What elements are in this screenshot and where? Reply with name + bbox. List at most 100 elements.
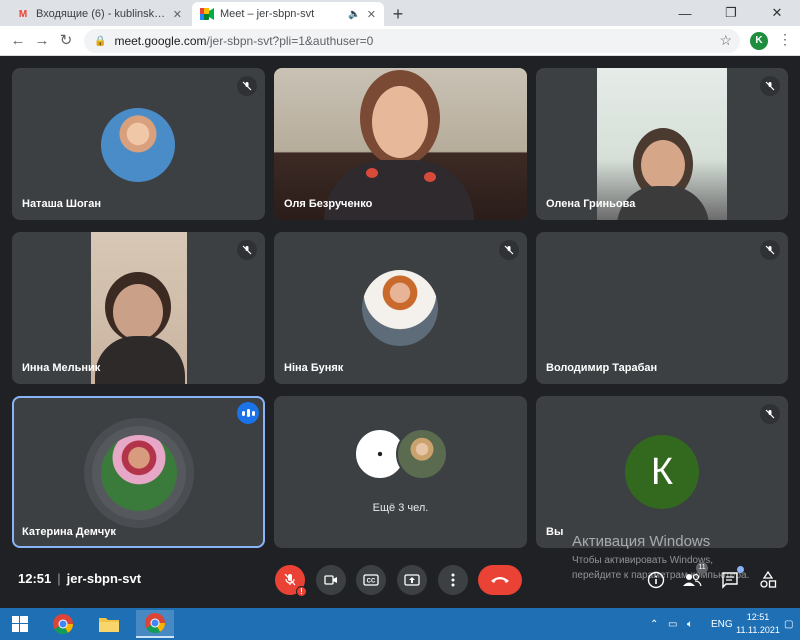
taskbar-chrome[interactable] [44, 610, 82, 638]
warning-icon: ! [296, 586, 307, 597]
camera-icon [324, 575, 337, 585]
participant-video [91, 232, 187, 384]
lock-icon: 🔒 [94, 35, 107, 47]
chat-button[interactable] [718, 566, 744, 592]
chat-icon [722, 572, 738, 589]
folder-icon [99, 618, 119, 632]
info-icon [647, 571, 665, 589]
tab-title: Входящие (6) - kublinska.irina@ [36, 8, 167, 20]
mic-off-icon [760, 76, 780, 96]
browser-menu-icon[interactable]: ⋮ [778, 31, 792, 48]
participant-photo [101, 108, 175, 182]
mic-off-icon [499, 240, 519, 260]
captions-button[interactable]: CC [356, 565, 386, 595]
network-icon[interactable]: ▭ [668, 608, 677, 640]
participant-name: Наташа Шоган [22, 198, 102, 210]
svg-text:CC: CC [367, 579, 376, 585]
browser-tab-strip: M Входящие (6) - kublinska.irina@ ✕ Meet… [0, 0, 800, 26]
activities-button[interactable] [756, 568, 780, 592]
new-tab-button[interactable]: + [388, 4, 408, 24]
minimize-icon[interactable]: — [662, 0, 708, 26]
participant-tile[interactable]: Оля Безрученко [274, 68, 527, 220]
url-path: /jer-sbpn-svt?pli=1&authuser=0 [206, 34, 374, 48]
more-participants-tile[interactable]: Ещё 3 чел. [274, 396, 527, 548]
mic-off-icon [284, 573, 296, 586]
participant-photo [362, 270, 438, 346]
profile-avatar[interactable]: K [750, 32, 768, 50]
close-tab-icon[interactable]: ✕ [173, 8, 182, 21]
participant-tile[interactable]: Олена Гриньова [536, 68, 788, 220]
participant-tile[interactable]: Инна Мельник [12, 232, 265, 384]
self-avatar: К [625, 435, 699, 509]
volume-icon[interactable]: 🔈︎ [687, 608, 693, 640]
shapes-icon [760, 571, 777, 588]
self-tile[interactable]: К Вы [536, 396, 788, 548]
participant-name: Катерина Демчук [22, 526, 116, 538]
participant-name: Володимир Тарабан [546, 362, 658, 374]
forward-icon[interactable]: → [32, 31, 52, 51]
closed-captions-icon: CC [363, 574, 379, 586]
gmail-icon: M [18, 8, 28, 20]
tray-chevron-icon[interactable]: ⌃ [650, 608, 658, 640]
participant-name: Инна Мельник [22, 362, 101, 374]
tab-gmail[interactable]: M Входящие (6) - kublinska.irina@ ✕ [8, 2, 190, 26]
participant-name: Ніна Буняк [284, 362, 344, 374]
present-screen-button[interactable] [397, 565, 427, 595]
close-window-icon[interactable]: ✕ [754, 0, 800, 26]
taskbar-date: 11.11.2021 [736, 625, 780, 635]
mic-off-icon [237, 76, 257, 96]
participant-name: Вы [546, 526, 564, 538]
meet-icon [200, 7, 214, 21]
bookmark-star-icon[interactable]: ☆ [719, 32, 732, 49]
input-language[interactable]: ENG [711, 608, 733, 640]
taskbar-clock[interactable]: 12:51 11.11.2021 [736, 611, 780, 637]
meeting-separator: | [57, 571, 61, 586]
reload-icon[interactable]: ↻ [56, 31, 76, 51]
mic-off-icon [237, 240, 257, 260]
participants-count-badge: 11 [696, 562, 708, 574]
taskbar-file-explorer[interactable] [90, 610, 128, 638]
windows-taskbar: ⌃ ▭ 🔈︎ ENG 12:51 11.11.2021 ▢ [0, 608, 800, 640]
meeting-details-button[interactable] [644, 568, 668, 592]
participant-tile[interactable]: Володимир Тарабан [536, 232, 788, 384]
notifications-icon[interactable]: ▢ [784, 608, 793, 640]
meeting-code: jer-sbpn-svt [66, 571, 142, 586]
chat-notification-dot [737, 566, 744, 573]
participant-photo [101, 435, 177, 511]
chrome-icon [53, 614, 74, 635]
participant-name: Оля Безрученко [284, 198, 373, 210]
speaker-icon[interactable]: 🔈 [348, 9, 360, 20]
back-icon[interactable]: ← [8, 31, 28, 51]
participants-button[interactable]: 11 [680, 562, 708, 592]
more-vert-icon [451, 573, 455, 587]
microphone-toggle-button[interactable]: ! [275, 565, 307, 597]
taskbar-chrome-open[interactable] [136, 610, 174, 638]
camera-toggle-button[interactable] [316, 565, 346, 595]
close-tab-icon[interactable]: ✕ [367, 8, 376, 21]
more-options-button[interactable] [438, 565, 468, 595]
present-icon [404, 574, 420, 586]
speaking-indicator-icon [237, 402, 259, 424]
tab-meet[interactable]: Meet – jer-sbpn-svt 🔈 ✕ [192, 2, 384, 26]
window-controls: — ❐ ✕ [662, 0, 800, 26]
maximize-icon[interactable]: ❐ [708, 0, 754, 26]
taskbar-time: 12:51 [746, 612, 770, 622]
participant-tile[interactable]: Ніна Буняк [274, 232, 527, 384]
windows-logo-icon [12, 616, 28, 632]
address-bar[interactable]: 🔒 meet.google.com /jer-sbpn-svt?pli=1&au… [84, 29, 740, 53]
people-icon [683, 573, 702, 587]
participant-name: Олена Гриньова [546, 198, 636, 210]
participant-tile-speaking[interactable]: Катерина Демчук [12, 396, 265, 548]
participant-tile[interactable]: Наташа Шоган [12, 68, 265, 220]
meeting-time: 12:51 [18, 571, 52, 586]
hang-up-icon [491, 577, 509, 583]
leave-call-button[interactable] [478, 565, 522, 595]
start-button[interactable] [0, 608, 40, 640]
mic-off-icon [760, 404, 780, 424]
tab-title: Meet – jer-sbpn-svt [220, 8, 315, 20]
url-host: meet.google.com [114, 34, 207, 48]
more-participants-label: Ещё 3 чел. [372, 502, 429, 514]
browser-toolbar: ← → ↻ 🔒 meet.google.com /jer-sbpn-svt?pl… [0, 26, 800, 56]
participant-photo [396, 428, 448, 480]
meeting-info: 12:51 | jer-sbpn-svt [18, 571, 141, 586]
